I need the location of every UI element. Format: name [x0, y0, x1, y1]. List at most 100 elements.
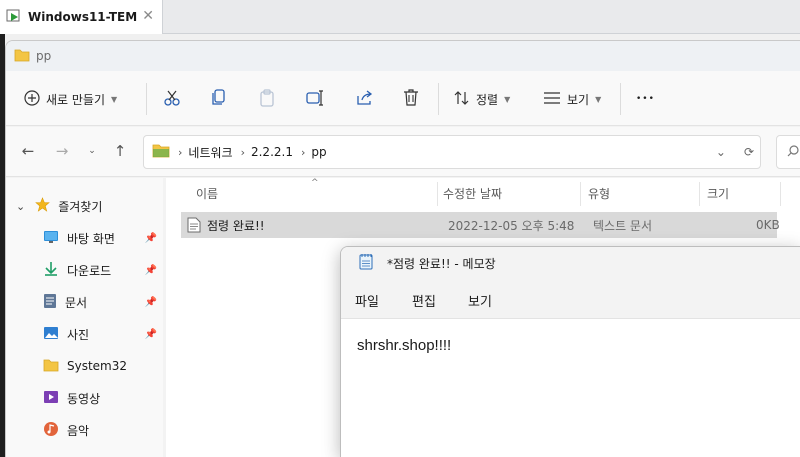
share-icon: [356, 89, 373, 109]
recent-locations-button[interactable]: ⌄: [82, 141, 102, 161]
nav-item-music[interactable]: 음악: [6, 416, 163, 444]
pictures-icon: [43, 326, 59, 343]
notepad-icon: [359, 253, 373, 273]
column-header-type[interactable]: 유형: [588, 178, 610, 208]
pin-icon: 📌: [144, 232, 157, 244]
scissors-icon: [163, 89, 181, 110]
more-options-button[interactable]: •••: [636, 87, 655, 111]
desktop-icon: [43, 230, 59, 247]
nav-label: 바탕 화면: [67, 231, 115, 246]
chevron-down-icon: ▼: [504, 94, 511, 104]
nav-item-videos[interactable]: 동영상: [6, 384, 163, 412]
nav-item-pictures[interactable]: 사진 📌: [6, 320, 163, 348]
view-list-icon: [543, 91, 561, 108]
menu-file[interactable]: 파일: [355, 291, 379, 310]
vm-tab-bar: Windows11-TEM ✕: [0, 0, 800, 34]
clipboard-icon: [259, 88, 275, 110]
command-bar: 새로 만들기 ▼ 정렬 ▼ 보기 ▼ •••: [6, 71, 800, 126]
notepad-window: *점령 완료!! - 메모장 파일 편집 보기 shrshr.shop!!!!: [340, 246, 800, 457]
notepad-text-area[interactable]: shrshr.shop!!!!: [357, 337, 451, 354]
sort-button[interactable]: 정렬 ▼: [454, 87, 510, 111]
forward-button[interactable]: →: [52, 141, 72, 161]
toolbar-divider: [620, 83, 621, 115]
breadcrumb-separator: ›: [300, 145, 306, 159]
folder-icon: [14, 48, 30, 65]
vm-play-icon: [6, 8, 22, 27]
nav-label: 동영상: [67, 391, 101, 406]
search-icon: [787, 144, 799, 160]
column-header-name[interactable]: 이름: [196, 178, 218, 208]
toolbar-divider: [146, 83, 147, 115]
breadcrumb-separator: ›: [178, 145, 183, 159]
search-box[interactable]: [776, 135, 800, 169]
chevron-down-icon: ▼: [595, 94, 602, 104]
view-button[interactable]: 보기 ▼: [543, 87, 601, 111]
nav-item-downloads[interactable]: 다운로드 📌: [6, 256, 163, 284]
address-row: ← → ⌄ ↑ › 네트워크 › 2.2.2.1 › pp ⌄ ⟳: [6, 127, 800, 177]
folder-icon: [152, 143, 170, 161]
pin-icon: 📌: [144, 328, 157, 340]
nav-item-quick-access[interactable]: ⌄ 즐겨찾기: [6, 192, 163, 220]
videos-icon: [43, 390, 59, 407]
chevron-down-icon[interactable]: ⌄: [16, 200, 25, 213]
breadcrumb-folder[interactable]: pp: [311, 145, 326, 159]
document-icon: [43, 293, 57, 312]
explorer-title: pp: [36, 49, 52, 63]
close-icon[interactable]: ✕: [142, 8, 154, 24]
copy-icon: [211, 88, 227, 110]
new-button[interactable]: 새로 만들기 ▼: [24, 87, 117, 111]
file-size: 0KB: [756, 218, 780, 232]
arrow-right-icon: →: [55, 142, 69, 160]
nav-label: 사진: [67, 327, 90, 342]
folder-icon: [43, 358, 59, 375]
nav-label: 문서: [65, 295, 88, 310]
plus-circle-icon: [24, 89, 40, 109]
up-button[interactable]: ↑: [110, 141, 130, 161]
address-bar[interactable]: › 네트워크 › 2.2.2.1 › pp ⌄ ⟳: [143, 135, 761, 169]
address-tools: ⌄ ⟳: [716, 136, 754, 168]
menu-edit[interactable]: 편집: [412, 291, 436, 310]
column-divider: [437, 182, 438, 206]
column-divider: [699, 182, 700, 206]
new-button-label: 새로 만들기: [46, 92, 106, 107]
star-icon: [35, 197, 51, 215]
explorer-title-bar: pp: [6, 41, 800, 71]
chevron-down-icon[interactable]: ⌄: [716, 145, 726, 159]
rename-icon: [306, 89, 324, 109]
sort-ascending-icon: ^: [311, 178, 319, 188]
download-icon: [43, 261, 59, 280]
chevron-down-icon: ▼: [111, 94, 118, 104]
breadcrumb-host[interactable]: 2.2.2.1: [251, 145, 293, 159]
menu-view[interactable]: 보기: [468, 291, 492, 310]
file-type: 텍스트 문서: [593, 218, 653, 233]
notepad-title: *점령 완료!! - 메모장: [387, 256, 496, 271]
back-button[interactable]: ←: [18, 141, 38, 161]
column-divider: [580, 182, 581, 206]
view-button-label: 보기: [567, 92, 590, 107]
refresh-icon[interactable]: ⟳: [744, 145, 754, 159]
nav-label: System32: [67, 359, 128, 373]
trash-icon: [403, 89, 419, 109]
column-header-modified[interactable]: 수정한 날짜: [443, 178, 502, 208]
nav-item-desktop[interactable]: 바탕 화면 📌: [6, 224, 163, 252]
pin-icon: 📌: [144, 264, 157, 276]
share-button[interactable]: [356, 87, 373, 111]
sort-icon: [454, 90, 470, 109]
navigation-pane: ⌄ 즐겨찾기 바탕 화면 📌 다운로드 📌 문서 📌 사진 📌 System32…: [6, 178, 163, 457]
file-modified: 2022-12-05 오후 5:48: [448, 218, 575, 233]
notepad-title-bar: *점령 완료!! - 메모장: [341, 247, 800, 279]
vm-tab[interactable]: Windows11-TEM ✕: [0, 0, 163, 34]
copy-button[interactable]: [211, 87, 227, 111]
chevron-down-icon: ⌄: [88, 146, 96, 156]
nav-item-system32[interactable]: System32: [6, 352, 163, 380]
rename-button[interactable]: [306, 87, 324, 111]
notepad-menu-bar: 파일 편집 보기: [341, 279, 800, 319]
cut-button[interactable]: [163, 87, 181, 111]
paste-button[interactable]: [259, 87, 275, 111]
column-header-size[interactable]: 크기: [707, 178, 729, 208]
nav-item-documents[interactable]: 문서 📌: [6, 288, 163, 316]
breadcrumb-network[interactable]: 네트워크: [188, 144, 232, 161]
nav-label: 음악: [67, 423, 90, 438]
delete-button[interactable]: [403, 87, 419, 111]
file-row[interactable]: 점령 완료!! 2022-12-05 오후 5:48 텍스트 문서 0KB: [181, 212, 780, 238]
